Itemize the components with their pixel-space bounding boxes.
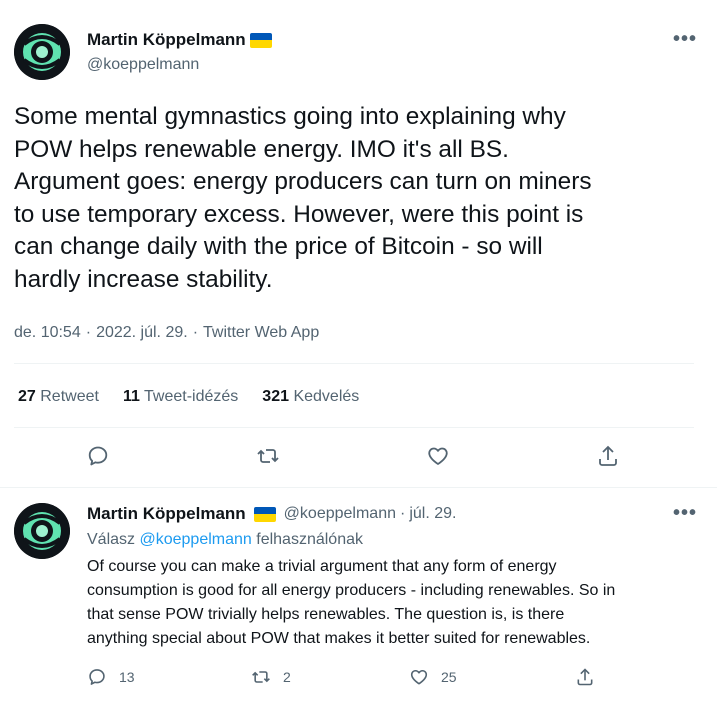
heart-icon xyxy=(410,669,428,685)
tweet-source[interactable]: Twitter Web App xyxy=(203,324,319,342)
like-count: 25 xyxy=(441,669,457,685)
reply-icon xyxy=(89,669,105,685)
meta-separator: · xyxy=(85,324,92,341)
likes-count: 321 xyxy=(262,388,289,405)
tweet-time[interactable]: de. 10:54 xyxy=(14,324,81,342)
tweet-line: POW helps renewable energy. IMO it's all… xyxy=(14,135,509,163)
avatar[interactable] xyxy=(14,24,70,80)
tweet-line: Argument goes: energy producers can turn… xyxy=(14,168,592,195)
share-icon xyxy=(577,668,593,686)
tweet-text: Some mental gymnastics going into explai… xyxy=(14,101,704,296)
reply-date[interactable]: júl. 29. xyxy=(409,505,456,523)
tweet-line: hardly increase stability. xyxy=(14,265,273,293)
reply-button[interactable] xyxy=(86,444,110,468)
retweet-button[interactable] xyxy=(256,444,280,468)
tweet-meta: de. 10:54 · 2022. júl. 29. · Twitter Web… xyxy=(14,324,319,342)
reply-line: that sense POW trivially helps renewable… xyxy=(87,606,565,623)
replying-to-suffix: felhasználónak xyxy=(256,531,363,548)
reply-line: consumption is good for all energy produ… xyxy=(87,582,616,599)
reply-text: Of course you can make a trivial argumen… xyxy=(87,555,707,651)
ukraine-flag-icon xyxy=(253,506,276,522)
tweet-line: can change daily with the price of Bitco… xyxy=(14,233,543,260)
replying-to-prefix: Válasz xyxy=(87,531,136,548)
reply-more-options-icon[interactable]: ••• xyxy=(673,503,697,523)
divider xyxy=(14,363,694,364)
retweet-icon xyxy=(257,449,279,463)
reply-line: anything special about POW that makes it… xyxy=(87,630,591,647)
retweets-count: 27 xyxy=(18,388,36,405)
tweet-stats: 27 Retweet 11 Tweet-idézés 321 Kedvelés xyxy=(18,388,359,406)
tweet-line: to use temporary excess. However, were t… xyxy=(14,200,584,228)
reply-avatar[interactable] xyxy=(14,503,70,559)
reply-icon xyxy=(88,446,108,466)
likes-label: Kedvelés xyxy=(293,388,360,405)
reply-retweet-button[interactable]: 2 xyxy=(251,667,291,687)
replying-to-handle[interactable]: @koeppelmann xyxy=(139,531,251,548)
avatar-logo-icon xyxy=(14,503,70,559)
quotes-count: 11 xyxy=(122,388,140,405)
reply-header: Martin Köppelmann @koeppelmann · júl. 29… xyxy=(87,504,456,524)
avatar-logo-icon xyxy=(14,24,70,80)
reply-count: 13 xyxy=(119,669,135,685)
likes-stat[interactable]: 321 Kedvelés xyxy=(262,388,359,406)
retweet-icon xyxy=(252,671,270,683)
share-icon xyxy=(599,445,617,466)
replying-to: Válasz @koeppelmann felhasználónak xyxy=(87,531,363,549)
more-options-icon[interactable]: ••• xyxy=(673,29,697,49)
divider xyxy=(14,427,694,428)
reply-reply-button[interactable]: 13 xyxy=(87,667,135,687)
like-button[interactable] xyxy=(426,444,450,468)
quotes-label: Tweet-idézés xyxy=(144,388,239,405)
retweets-stat[interactable]: 27 Retweet xyxy=(18,388,99,406)
quotes-stat[interactable]: 11 Tweet-idézés xyxy=(123,388,238,406)
divider xyxy=(0,487,717,488)
tweet-line: Some mental gymnastics going into explai… xyxy=(14,103,566,130)
meta-separator: · xyxy=(192,324,199,341)
author-block: Martin Köppelmann @koeppelmann xyxy=(87,30,272,74)
share-button[interactable] xyxy=(596,444,620,468)
reply-line: Of course you can make a trivial argumen… xyxy=(87,558,557,575)
ukraine-flag-icon xyxy=(249,32,272,48)
reply-share-button[interactable] xyxy=(575,667,595,687)
author-handle[interactable]: @koeppelmann xyxy=(87,56,272,74)
heart-icon xyxy=(428,447,448,465)
reply-author-name[interactable]: Martin Köppelmann xyxy=(87,504,246,524)
dot-separator: · xyxy=(399,505,406,522)
author-name[interactable]: Martin Köppelmann xyxy=(87,30,246,50)
retweets-label: Retweet xyxy=(40,388,99,405)
reply-author-handle[interactable]: @koeppelmann xyxy=(284,505,396,523)
retweet-count: 2 xyxy=(283,669,291,685)
reply-like-button[interactable]: 25 xyxy=(409,667,457,687)
tweet-date[interactable]: 2022. júl. 29. xyxy=(96,324,188,342)
